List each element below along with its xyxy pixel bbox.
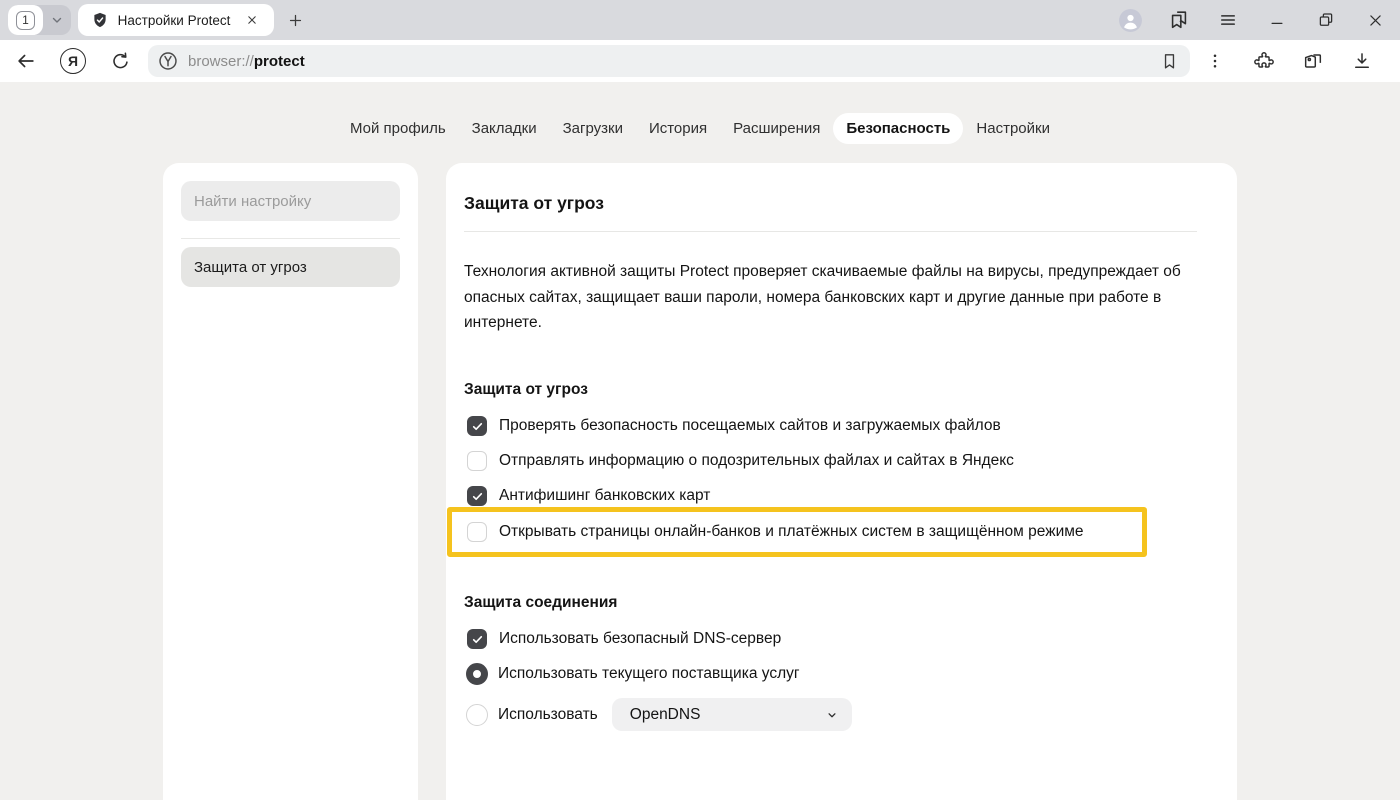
tab-count-badge: 1 — [16, 11, 35, 30]
chevron-down-icon — [50, 13, 64, 27]
setting-row: Отправлять информацию о подозрительных ф… — [467, 450, 1197, 472]
titlebar-controls — [1117, 7, 1388, 33]
browser-toolbar: Я browser://protect — [0, 40, 1400, 82]
page-title: Защита от угроз — [464, 193, 1197, 214]
extensions-puzzle-icon[interactable] — [1251, 48, 1277, 74]
menu-icon[interactable] — [1215, 7, 1241, 33]
connection-settings-rows: Использовать безопасный DNS-сервер Испол… — [464, 628, 1197, 731]
threat-settings-rows: Проверять безопасность посещаемых сайтов… — [464, 415, 1197, 557]
sidebar-item-label: Защита от угроз — [194, 259, 307, 276]
browser-tab-active[interactable]: Настройки Protect — [78, 4, 274, 36]
setting-label: Использовать безопасный DNS-сервер — [499, 630, 781, 648]
new-tab-button[interactable] — [282, 7, 308, 33]
tab-extensions[interactable]: Расширения — [720, 113, 833, 144]
tab-title: Настройки Protect — [109, 13, 239, 28]
tab-history[interactable]: История — [636, 113, 720, 144]
tab-close-button[interactable] — [239, 7, 265, 33]
tab-counter[interactable]: 1 — [8, 5, 43, 35]
url-host: protect — [254, 53, 305, 70]
setting-label: Проверять безопасность посещаемых сайтов… — [499, 417, 1001, 435]
radio-custom-dns[interactable] — [466, 704, 488, 726]
setting-row: Использовать OpenDNS — [467, 698, 1197, 731]
reload-button[interactable] — [107, 48, 133, 74]
title-divider — [464, 231, 1197, 232]
tab-profile[interactable]: Мой профиль — [337, 113, 459, 144]
back-button[interactable] — [13, 48, 39, 74]
setting-row: Антифишинг банковских карт — [467, 485, 1197, 507]
tab-group-control[interactable]: 1 — [8, 5, 71, 35]
tab-bookmarks[interactable]: Закладки — [459, 113, 550, 144]
toolbar-actions — [1202, 48, 1375, 74]
dropdown-value: OpenDNS — [630, 706, 701, 724]
settings-page: Мой профиль Закладки Загрузки История Ра… — [0, 82, 1400, 800]
settings-nav-tabs: Мой профиль Закладки Загрузки История Ра… — [0, 82, 1400, 144]
setting-label: Использовать — [498, 706, 598, 724]
radio-current-provider[interactable] — [466, 663, 488, 685]
tab-downloads[interactable]: Загрузки — [550, 113, 636, 144]
protect-description: Технология активной защиты Protect прове… — [464, 259, 1197, 336]
highlighted-setting-banking-mode: Открывать страницы онлайн-банков и платё… — [447, 507, 1147, 557]
checkbox-secure-dns[interactable] — [467, 629, 487, 649]
chevron-down-icon — [825, 708, 839, 722]
address-bar[interactable]: browser://protect — [148, 45, 1190, 77]
yandex-logo-icon: Я — [60, 48, 86, 74]
protect-site-icon[interactable] — [157, 50, 179, 72]
section-header-connection: Защита соединения — [464, 594, 1197, 612]
side-panel-icon[interactable] — [1166, 7, 1192, 33]
shield-check-icon — [91, 11, 109, 29]
setting-row: Использовать безопасный DNS-сервер — [467, 628, 1197, 650]
checkbox-check-sites[interactable] — [467, 416, 487, 436]
yandex-home-button[interactable]: Я — [60, 48, 86, 74]
collections-tag-icon[interactable] — [1300, 48, 1326, 74]
window-restore-button[interactable] — [1313, 7, 1339, 33]
settings-search-input[interactable] — [181, 181, 400, 221]
settings-content: Защита от угроз Технология активной защи… — [446, 163, 1237, 800]
setting-row: Проверять безопасность посещаемых сайтов… — [467, 415, 1197, 437]
sidebar-divider — [181, 238, 400, 239]
sidebar-item-threat-protection[interactable]: Защита от угроз — [181, 247, 400, 287]
dns-provider-dropdown[interactable]: OpenDNS — [612, 698, 852, 731]
profile-avatar[interactable] — [1117, 7, 1143, 33]
setting-label: Отправлять информацию о подозрительных ф… — [499, 452, 1014, 470]
window-close-button[interactable] — [1362, 7, 1388, 33]
titlebar: 1 Настройки Protect — [0, 0, 1400, 40]
setting-label: Открывать страницы онлайн-банков и платё… — [499, 523, 1084, 541]
settings-sidebar: Защита от угроз — [163, 163, 418, 800]
tab-settings[interactable]: Настройки — [963, 113, 1063, 144]
setting-row: Использовать текущего поставщика услуг — [467, 663, 1197, 685]
checkbox-protected-banking[interactable] — [467, 522, 487, 542]
kebab-menu-icon[interactable] — [1202, 48, 1228, 74]
bookmark-icon[interactable] — [1156, 48, 1182, 74]
tab-security[interactable]: Безопасность — [833, 113, 963, 144]
setting-label: Использовать текущего поставщика услуг — [498, 665, 800, 683]
url-text: browser://protect — [188, 53, 305, 70]
setting-label: Антифишинг банковских карт — [499, 487, 710, 505]
url-scheme: browser:// — [188, 53, 254, 70]
downloads-icon[interactable] — [1349, 48, 1375, 74]
window-minimize-button[interactable] — [1264, 7, 1290, 33]
section-header-threats: Защита от угроз — [464, 381, 1197, 399]
checkbox-send-info[interactable] — [467, 451, 487, 471]
checkbox-antiphishing[interactable] — [467, 486, 487, 506]
